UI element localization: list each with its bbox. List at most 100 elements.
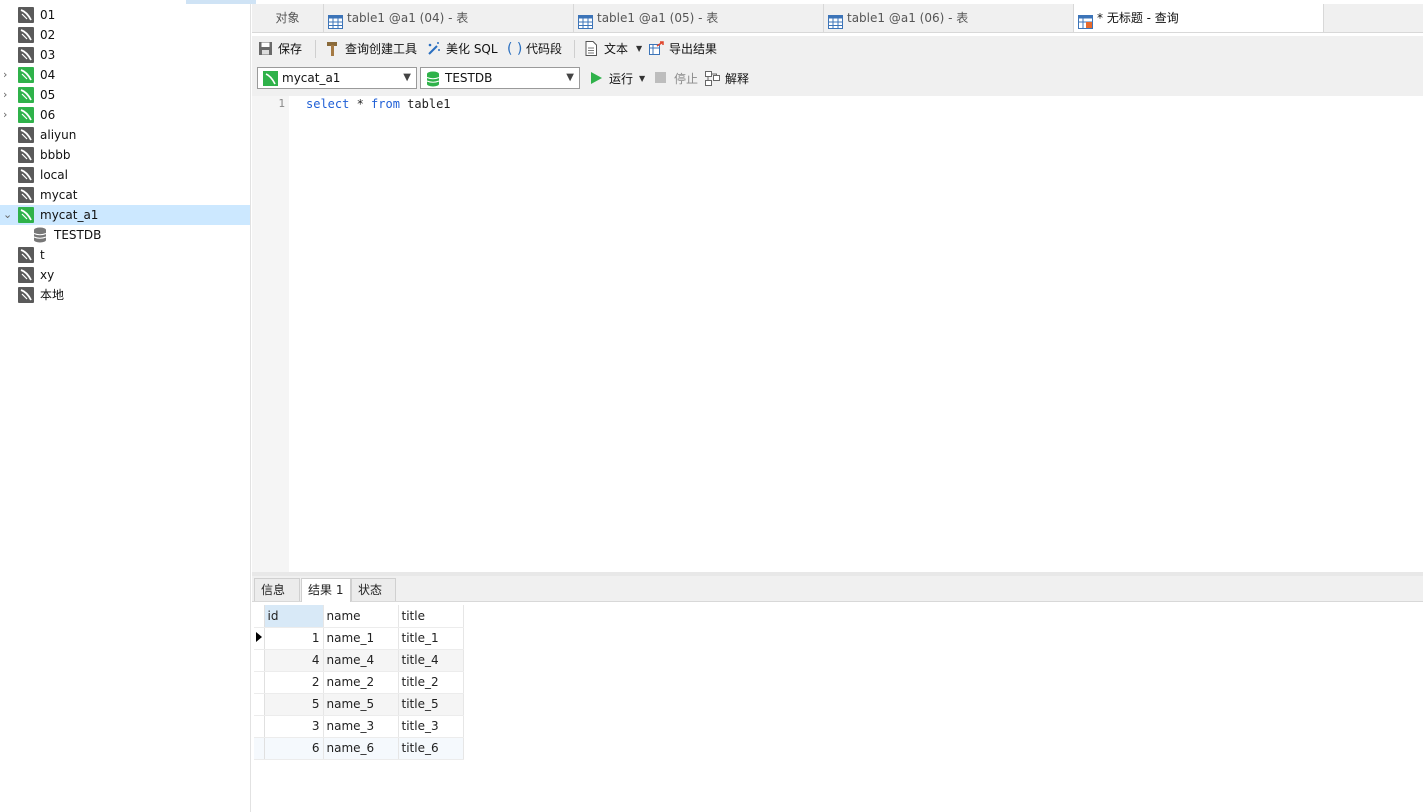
- connection-item[interactable]: local: [0, 165, 250, 185]
- tab-label: * 无标题 - 查询: [1097, 11, 1179, 25]
- results-tab-bar: 信息 结果 1 状态: [252, 576, 1423, 602]
- column-header-title[interactable]: title: [398, 605, 464, 628]
- connection-item[interactable]: ⌄ mycat_a1: [0, 205, 250, 225]
- results-grid: id name title 1 name_1 title_1 4 name_4 title…: [254, 605, 464, 760]
- cell-name[interactable]: name_2: [323, 671, 399, 694]
- row-indicator[interactable]: [254, 627, 265, 650]
- database-select-value: TESTDB: [445, 71, 493, 85]
- line-number-gutter: 1: [252, 96, 289, 572]
- cell-name[interactable]: name_5: [323, 693, 399, 716]
- connection-label: 02: [40, 28, 56, 42]
- mysql-connection-icon: [18, 47, 34, 63]
- row-indicator[interactable]: [254, 671, 265, 694]
- explain-button[interactable]: 解释: [705, 70, 753, 88]
- connection-item[interactable]: bbbb: [0, 145, 250, 165]
- query-toolbar: 保存 查询创建工具 美化 SQL ( ) 代码段 文本 ▼ 导出结果: [252, 36, 1423, 62]
- tab-result-1[interactable]: 结果 1: [301, 578, 351, 602]
- database-item[interactable]: TESTDB: [0, 225, 250, 245]
- cell-title[interactable]: title_4: [398, 649, 464, 672]
- mysql-connection-icon: [263, 71, 278, 89]
- code-snippet-button[interactable]: ( ) 代码段: [506, 40, 566, 58]
- connection-label: 03: [40, 48, 56, 62]
- connection-item[interactable]: t: [0, 245, 250, 265]
- connection-label: local: [40, 168, 68, 182]
- connection-select[interactable]: mycat_a1 ▼: [257, 67, 417, 89]
- sql-code-line[interactable]: select * from table1: [306, 97, 451, 111]
- row-indicator[interactable]: [254, 715, 265, 738]
- tab-table1-04[interactable]: table1 @a1 (04) - 表: [324, 4, 574, 32]
- cell-title[interactable]: title_1: [398, 627, 464, 650]
- tab-untitled-query[interactable]: * 无标题 - 查询: [1074, 4, 1324, 32]
- chevron-right-icon[interactable]: ›: [3, 85, 13, 105]
- mysql-connection-icon: [18, 127, 34, 143]
- run-button[interactable]: 运行 ▼: [589, 70, 646, 88]
- tab-table1-06[interactable]: table1 @a1 (06) - 表: [824, 4, 1074, 32]
- connection-item[interactable]: xy: [0, 265, 250, 285]
- row-indicator[interactable]: [254, 737, 265, 760]
- cell-title[interactable]: title_6: [398, 737, 464, 760]
- connection-item[interactable]: 01: [0, 5, 250, 25]
- cell-name[interactable]: name_6: [323, 737, 399, 760]
- save-icon: [258, 41, 273, 61]
- connection-label: mycat_a1: [40, 208, 99, 222]
- chevron-right-icon[interactable]: ›: [3, 65, 13, 85]
- row-indicator[interactable]: [254, 649, 265, 672]
- connection-sidebar: 01 02 03 › 04 › 05 › 06 aliyun bbbb local mycat ⌄ myca…: [0, 0, 256, 812]
- row-indicator[interactable]: [254, 693, 265, 716]
- tab-objects-label: 对象: [275, 11, 300, 25]
- table-row[interactable]: 2 name_2 title_2: [254, 671, 464, 694]
- connection-label: 06: [40, 108, 56, 122]
- save-button[interactable]: 保存: [258, 40, 310, 58]
- connection-item[interactable]: › 05: [0, 85, 250, 105]
- tab-table1-05[interactable]: table1 @a1 (05) - 表: [574, 4, 824, 32]
- table-row[interactable]: 5 name_5 title_5: [254, 693, 464, 716]
- connection-item[interactable]: 02: [0, 25, 250, 45]
- column-header-name[interactable]: name: [323, 605, 399, 628]
- cell-name[interactable]: name_4: [323, 649, 399, 672]
- chevron-down-icon: ▼: [566, 72, 574, 83]
- cell-name[interactable]: name_1: [323, 627, 399, 650]
- tab-info[interactable]: 信息: [254, 578, 300, 601]
- results-table: id name title 1 name_1 title_1 4 name_4 title…: [254, 605, 464, 760]
- query-builder-button[interactable]: 查询创建工具: [325, 40, 420, 58]
- database-label: TESTDB: [54, 228, 102, 242]
- cell-id[interactable]: 1: [264, 627, 324, 650]
- table-row[interactable]: 3 name_3 title_3: [254, 715, 464, 738]
- text-mode-dropdown[interactable]: 文本 ▼: [584, 40, 644, 58]
- tab-objects[interactable]: 对象: [252, 4, 324, 32]
- explain-label: 解释: [725, 72, 750, 86]
- connection-label: 本地: [40, 288, 65, 302]
- save-label: 保存: [278, 42, 303, 56]
- connection-item[interactable]: › 06: [0, 105, 250, 125]
- export-results-label: 导出结果: [669, 42, 718, 56]
- chevron-right-icon[interactable]: ›: [3, 105, 13, 125]
- cell-title[interactable]: title_2: [398, 671, 464, 694]
- database-select[interactable]: TESTDB ▼: [420, 67, 580, 89]
- connection-item[interactable]: 03: [0, 45, 250, 65]
- database-icon: [426, 71, 440, 90]
- table-row[interactable]: 4 name_4 title_4: [254, 649, 464, 672]
- cell-id[interactable]: 5: [264, 693, 324, 716]
- export-results-button[interactable]: 导出结果: [649, 40, 719, 58]
- cell-id[interactable]: 2: [264, 671, 324, 694]
- table-row[interactable]: 6 name_6 title_6: [254, 737, 464, 760]
- query-context-bar: mycat_a1 ▼ TESTDB ▼ 运行 ▼ 停止 解释: [252, 62, 1423, 96]
- cell-name[interactable]: name_3: [323, 715, 399, 738]
- sql-editor[interactable]: 1 select * from table1: [252, 96, 1423, 572]
- cell-title[interactable]: title_3: [398, 715, 464, 738]
- connection-item[interactable]: › 04: [0, 65, 250, 85]
- text-mode-label: 文本: [604, 42, 629, 56]
- connection-item[interactable]: 本地: [0, 285, 250, 305]
- cell-id[interactable]: 3: [264, 715, 324, 738]
- beautify-sql-button[interactable]: 美化 SQL: [426, 40, 500, 58]
- chevron-down-icon[interactable]: ⌄: [3, 205, 13, 225]
- connection-item[interactable]: aliyun: [0, 125, 250, 145]
- table-row[interactable]: 1 name_1 title_1: [254, 627, 464, 650]
- tab-status[interactable]: 状态: [351, 578, 396, 601]
- cell-id[interactable]: 4: [264, 649, 324, 672]
- cell-title[interactable]: title_5: [398, 693, 464, 716]
- column-header-id[interactable]: id: [264, 605, 324, 628]
- cell-id[interactable]: 6: [264, 737, 324, 760]
- connection-item[interactable]: mycat: [0, 185, 250, 205]
- stop-button[interactable]: 停止: [654, 70, 699, 88]
